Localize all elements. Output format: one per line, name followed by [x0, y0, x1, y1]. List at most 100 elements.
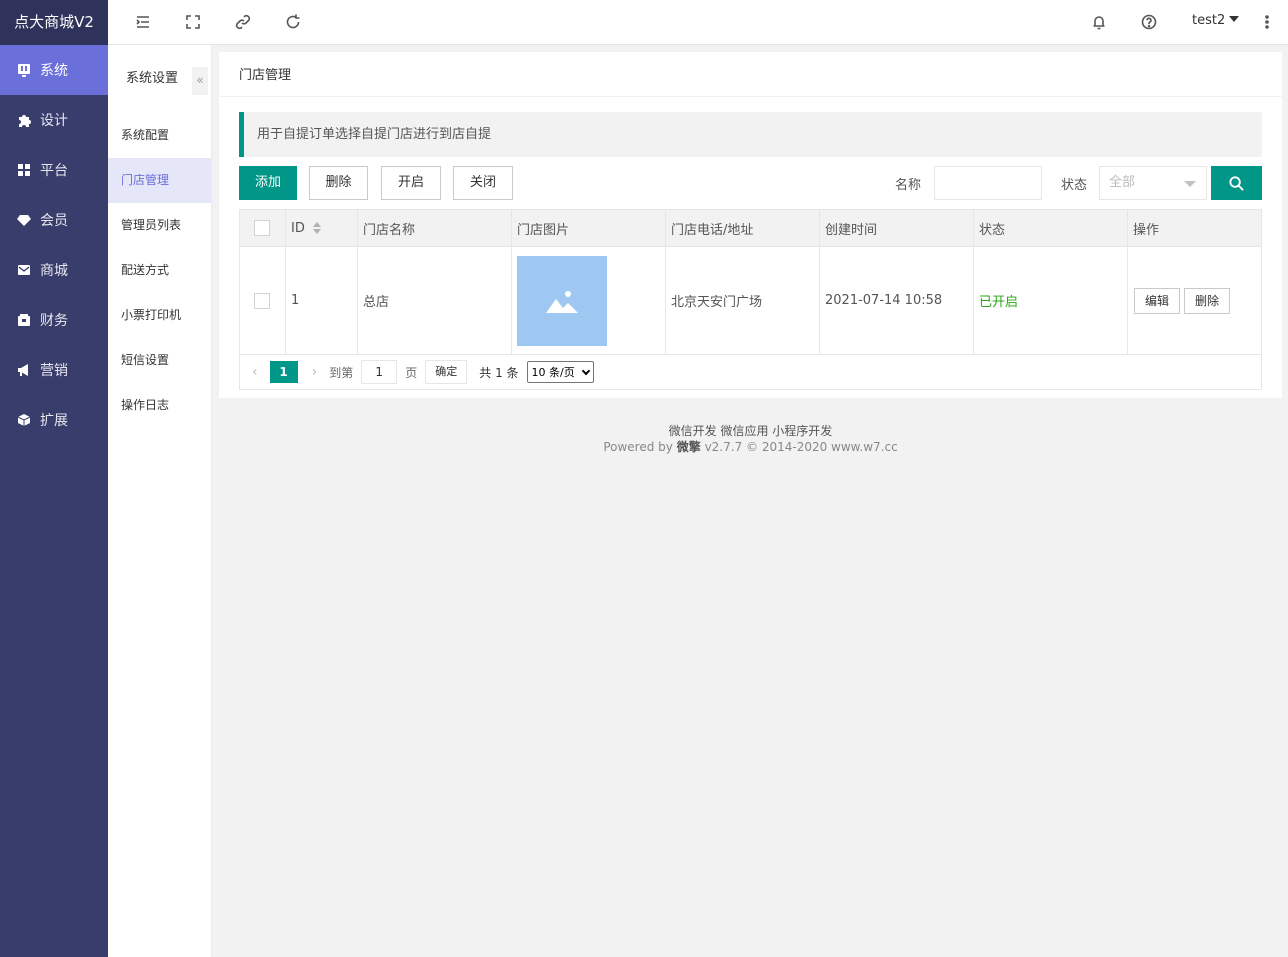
- menu-toggle-icon[interactable]: [134, 13, 152, 31]
- caret-down-icon: [1229, 16, 1240, 22]
- puzzle-icon: [17, 113, 31, 127]
- subnav-item-store-management[interactable]: 门店管理: [108, 158, 211, 203]
- search-button[interactable]: [1211, 166, 1262, 200]
- nav-item-extension[interactable]: 扩展: [0, 395, 108, 445]
- wallet-icon: [17, 313, 31, 327]
- add-button[interactable]: 添加: [239, 166, 297, 200]
- gem-icon: [17, 213, 31, 227]
- chevron-down-icon: [581, 366, 590, 375]
- edit-button[interactable]: 编辑: [1134, 287, 1181, 314]
- subnav-item-receipt-printer[interactable]: 小票打印机: [108, 293, 211, 338]
- header-select-cell: [240, 210, 286, 246]
- current-page-button[interactable]: 1: [269, 361, 298, 383]
- nav-item-shop[interactable]: 商城: [0, 245, 108, 295]
- footer: 微信开发 微信应用 小程序开发 Powered by 微擎 v2.7.7 © 2…: [219, 423, 1282, 455]
- system-icon: [17, 63, 31, 77]
- prev-page-icon[interactable]: ‹: [252, 364, 258, 380]
- next-page-icon[interactable]: ›: [312, 364, 318, 380]
- store-image[interactable]: [517, 255, 607, 346]
- page-size-select[interactable]: 10 条/页: [526, 361, 594, 383]
- main-sidebar: 点大商城V2 系统 设计 平台 会员 商城 财务 营销 扩展: [0, 0, 108, 957]
- pagination: ‹ 1 › 到第 1 页 确定 共 1 条 10 条/页: [240, 355, 1261, 389]
- table-header-row: ID 门店名称 门店图片 门店电话/地址 创建时间 状态 操作: [240, 210, 1261, 247]
- sub-sidebar: 系统设置 « 系统配置 门店管理 管理员列表 配送方式 小票打印机 短信设置 操…: [108, 45, 212, 957]
- nav-label: 扩展: [40, 413, 68, 429]
- nav-item-marketing[interactable]: 营销: [0, 345, 108, 395]
- megaphone-icon: [17, 363, 31, 377]
- subnav-item-delivery[interactable]: 配送方式: [108, 248, 211, 293]
- subnav-item-sms[interactable]: 短信设置: [108, 338, 211, 383]
- tip-banner: 用于自提订单选择自提门店进行到店自提: [239, 112, 1262, 157]
- cell-id: 1: [286, 247, 358, 354]
- nav-label: 商城: [40, 263, 68, 279]
- header-actions: 操作: [1133, 222, 1160, 238]
- nav-label: 平台: [40, 163, 68, 179]
- nav-label: 会员: [40, 213, 68, 229]
- select-all-checkbox[interactable]: [254, 220, 270, 236]
- row-checkbox[interactable]: [254, 292, 270, 309]
- link-icon[interactable]: [234, 13, 252, 31]
- app-logo[interactable]: 点大商城V2: [0, 0, 108, 45]
- header-created: 创建时间: [820, 210, 974, 246]
- nav-label: 营销: [40, 363, 68, 379]
- status-label: 状态: [1061, 178, 1088, 193]
- goto-page-input[interactable]: 1: [361, 360, 398, 384]
- footer-brand[interactable]: 微擎: [677, 440, 701, 454]
- cell-status: 已开启: [974, 247, 1128, 354]
- user-menu[interactable]: test2: [1192, 13, 1240, 28]
- cell-image: [512, 247, 666, 354]
- subnav-item-admin-list[interactable]: 管理员列表: [108, 203, 211, 248]
- header-id-label: ID: [291, 220, 305, 236]
- refresh-icon[interactable]: [284, 13, 302, 31]
- cell-created: 2021-07-14 10:58: [820, 247, 974, 354]
- nav-item-platform[interactable]: 平台: [0, 145, 108, 195]
- image-placeholder-icon: [546, 290, 578, 313]
- footer-links[interactable]: 微信开发 微信应用 小程序开发: [219, 423, 1282, 439]
- header-address: 门店电话/地址: [666, 210, 820, 246]
- help-icon[interactable]: [1140, 13, 1158, 31]
- row-delete-button[interactable]: 删除: [1184, 287, 1231, 314]
- main-card: 门店管理 用于自提订单选择自提门店进行到店自提 添加 删除 开启 关闭 名称 状…: [219, 52, 1282, 398]
- enable-button[interactable]: 开启: [381, 166, 441, 200]
- store-table: ID 门店名称 门店图片 门店电话/地址 创建时间 状态 操作 1 总店 北京天…: [239, 209, 1262, 390]
- footer-powered: Powered by 微擎 v2.7.7 © 2014-2020 www.w7.…: [219, 439, 1282, 455]
- nav-item-design[interactable]: 设计: [0, 95, 108, 145]
- page-title: 门店管理: [219, 52, 1282, 97]
- search-icon: [1229, 175, 1244, 191]
- cell-address: 北京天安门广场: [666, 247, 820, 354]
- goto-label: 到第: [329, 365, 354, 380]
- status-select-value: 全部: [1109, 175, 1136, 190]
- name-input[interactable]: [934, 166, 1042, 200]
- grid-icon: [17, 163, 31, 177]
- cube-icon: [17, 413, 31, 427]
- nav-label: 系统: [40, 63, 68, 79]
- nav-item-system[interactable]: 系统: [0, 45, 108, 95]
- bell-icon[interactable]: [1090, 13, 1108, 31]
- header-status: 状态: [974, 210, 1128, 246]
- page-size-value: 10 条/页: [531, 366, 575, 379]
- nav-label: 财务: [40, 313, 68, 329]
- more-icon[interactable]: [1258, 13, 1276, 31]
- collapse-icon[interactable]: «: [192, 67, 208, 95]
- status-select[interactable]: 全部: [1099, 166, 1207, 200]
- nav-label: 设计: [40, 113, 68, 129]
- subnav-item-system-config[interactable]: 系统配置: [108, 113, 211, 158]
- delete-button[interactable]: 删除: [309, 166, 368, 200]
- cell-actions: 编辑 删除: [1128, 247, 1261, 354]
- total-count: 共 1 条: [479, 365, 519, 380]
- sort-icon[interactable]: [312, 222, 321, 234]
- nav-item-member[interactable]: 会员: [0, 195, 108, 245]
- header-id[interactable]: ID: [286, 210, 358, 246]
- footer-version: v2.7.7 © 2014-2020 www.w7.cc: [704, 440, 898, 454]
- goto-confirm-button[interactable]: 确定: [425, 360, 468, 384]
- top-header: test2: [108, 0, 1288, 45]
- subnav-item-operation-log[interactable]: 操作日志: [108, 383, 211, 428]
- powered-prefix: Powered by: [603, 440, 673, 454]
- fullscreen-icon[interactable]: [184, 13, 202, 31]
- mail-icon: [17, 263, 31, 277]
- header-image: 门店图片: [512, 210, 666, 246]
- user-name: test2: [1192, 13, 1226, 28]
- disable-button[interactable]: 关闭: [453, 166, 513, 200]
- caret-down-icon: [1184, 181, 1196, 187]
- nav-item-finance[interactable]: 财务: [0, 295, 108, 345]
